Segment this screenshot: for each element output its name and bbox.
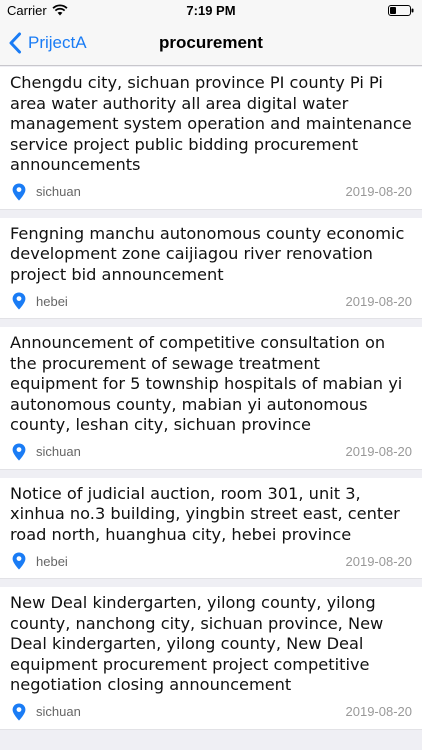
item-title: Chengdu city, sichuan province PI county… [10,73,412,174]
item-title: Announcement of competitive consultation… [10,333,403,434]
item-location: sichuan [10,443,81,461]
list-item[interactable]: Notice of judicial auction, room 301, un… [0,477,422,579]
item-meta: hebei 2019-08-20 [10,290,412,312]
date-label: 2019-08-20 [345,293,413,309]
location-label: hebei [36,553,68,569]
location-label: sichuan [36,704,81,719]
date-label: 2019-08-20 [345,704,413,719]
procurement-list: Chengdu city, sichuan province PI county… [0,67,422,738]
location-label: sichuan [36,184,81,199]
navigation-bar: PrijectA procurement [0,20,422,66]
item-location: sichuan [10,703,81,721]
list-item[interactable]: Announcement of competitive consultation… [0,327,422,470]
location-label: sichuan [36,444,81,459]
clock-label: 7:19 PM [186,3,236,18]
item-location: hebei [10,552,68,570]
item-location: hebei [10,292,68,310]
date-label: 2019-08-20 [345,184,413,199]
screen: Carrier 7:19 PM PrijectA procurement Che… [0,0,422,750]
status-bar: Carrier 7:19 PM [0,0,422,20]
item-meta: sichuan 2019-08-20 [10,441,412,463]
item-title: New Deal kindergarten, yilong county, yi… [10,593,384,694]
battery-icon [388,5,414,16]
page-title: procurement [159,33,263,52]
location-pin-icon [12,552,26,570]
location-pin-icon [12,443,26,460]
date-label: 2019-08-20 [345,444,413,459]
item-title: Fengning manchu autonomous county econom… [10,223,405,284]
item-meta: hebei 2019-08-20 [10,550,412,572]
item-location: sichuan [10,183,81,201]
location-pin-icon [12,703,26,720]
date-label: 2019-08-20 [345,553,413,569]
list-item[interactable]: Chengdu city, sichuan province PI county… [0,67,422,210]
location-label: hebei [36,293,68,309]
item-meta: sichuan 2019-08-20 [10,701,412,723]
list-item[interactable]: Fengning manchu autonomous county econom… [0,217,422,319]
location-pin-icon [12,183,26,200]
item-title: Notice of judicial auction, room 301, un… [10,483,400,544]
location-pin-icon [12,292,26,310]
list-item[interactable]: New Deal kindergarten, yilong county, yi… [0,587,422,730]
item-meta: sichuan 2019-08-20 [10,181,412,203]
